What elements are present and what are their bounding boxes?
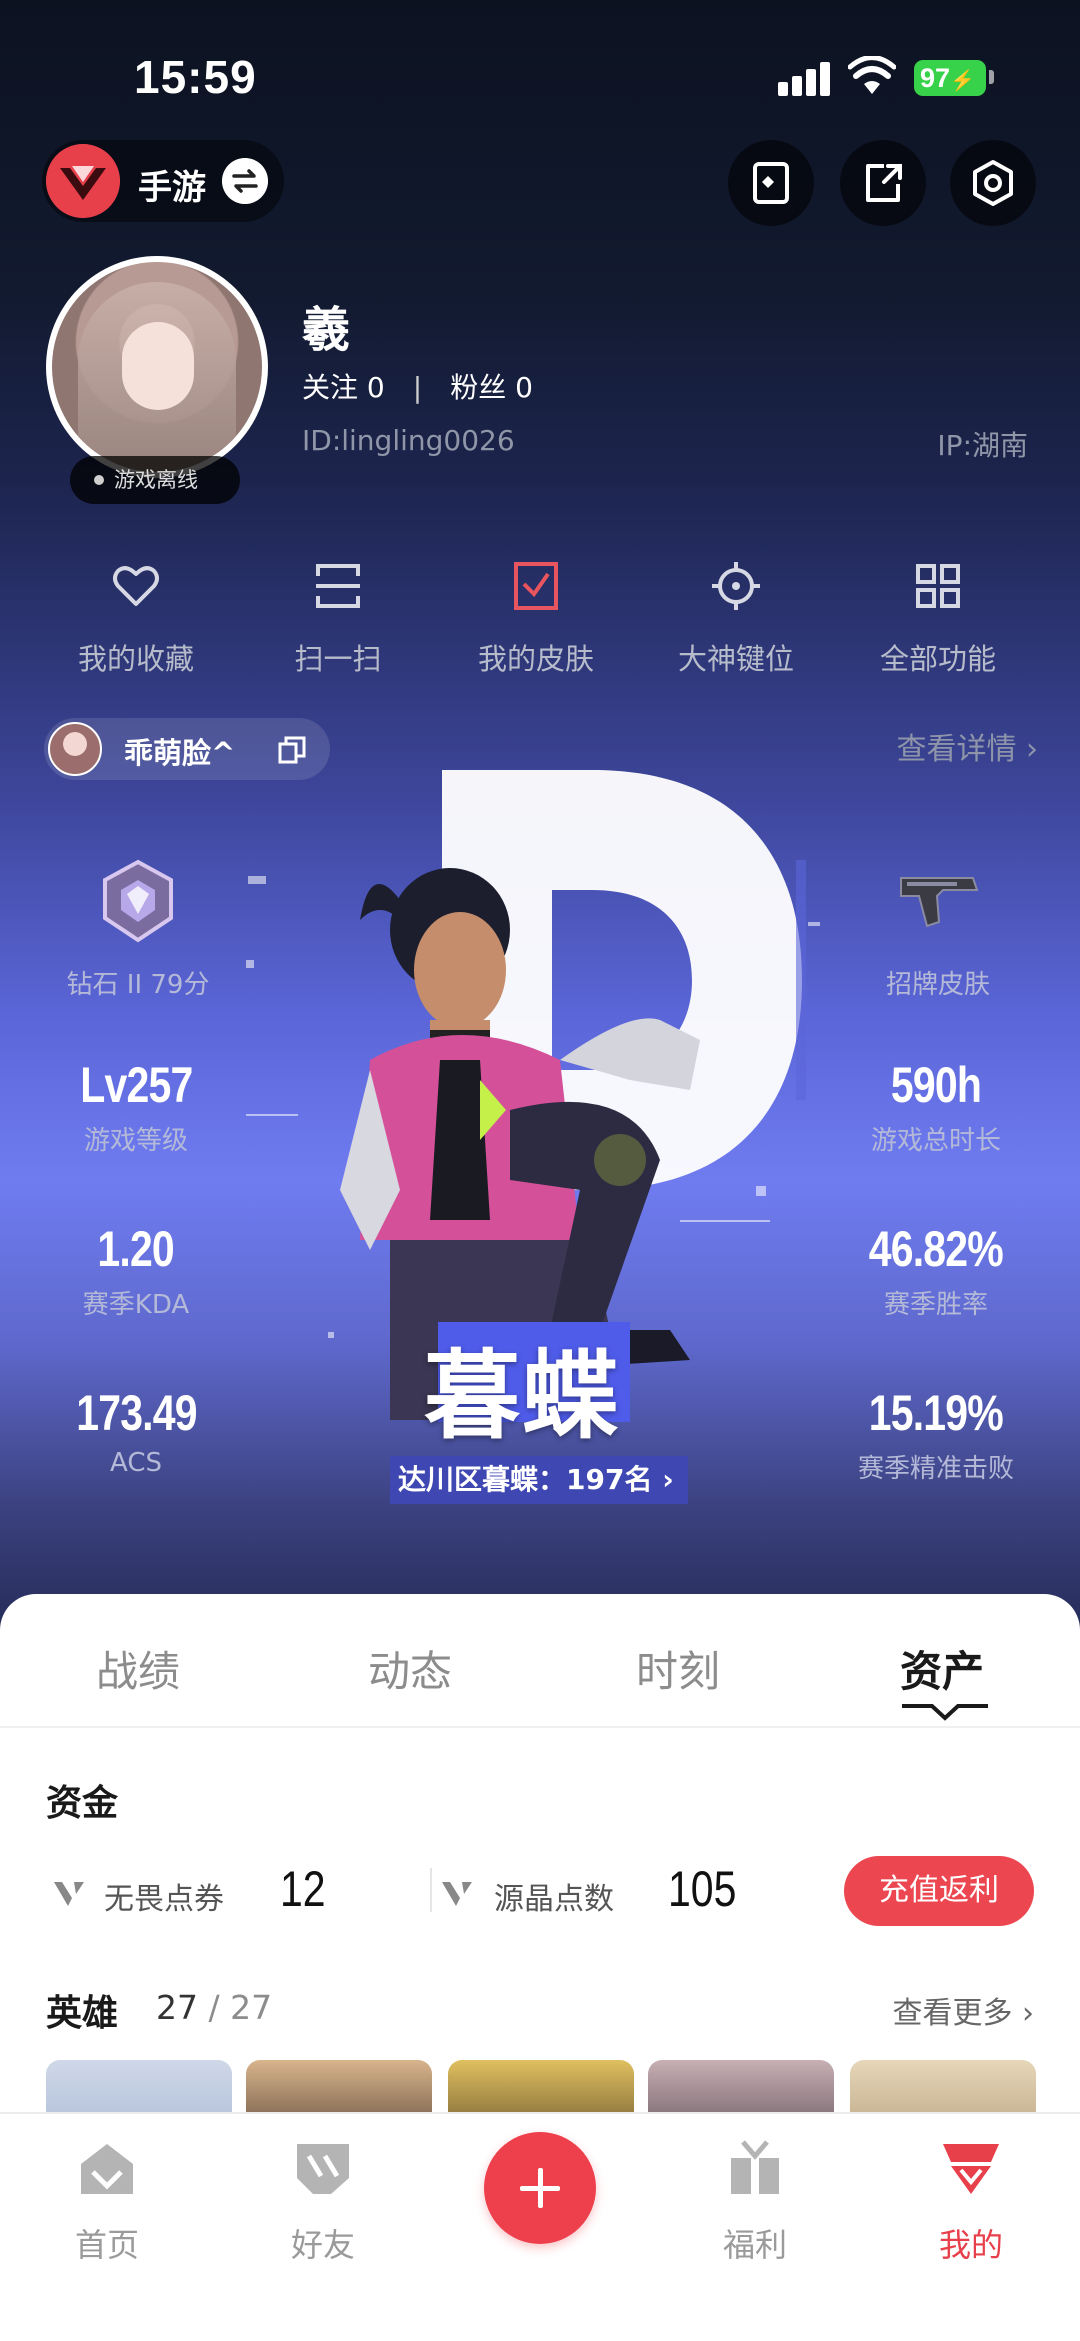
- rank-stat: 钻石 II 79分: [8, 856, 268, 1001]
- nav-home[interactable]: 首页: [32, 2138, 182, 2266]
- precision-kill-stat: 15.19% 赛季精准击败: [857, 1385, 1014, 1484]
- online-status-badge: 游戏离线: [70, 456, 240, 504]
- wifi-icon: [848, 56, 896, 94]
- game-avatar: [48, 722, 102, 776]
- pistol-skin-icon: [900, 877, 979, 928]
- battery-indicator: 97⚡: [914, 60, 986, 96]
- level-stat: Lv257 游戏等级: [79, 1057, 193, 1156]
- edit-card-icon: [753, 162, 789, 204]
- settings-button[interactable]: [950, 140, 1036, 226]
- crosshair-icon: [712, 562, 760, 610]
- heroes-count: 27 / 27: [156, 1988, 273, 2027]
- acs-stat: 173.49 ACS: [75, 1385, 197, 1478]
- heart-icon: [113, 566, 159, 606]
- game-switch-button[interactable]: 手游: [42, 140, 284, 222]
- quick-action-favorites[interactable]: 我的收藏: [36, 560, 236, 678]
- radianite-points-value: 105: [668, 1861, 737, 1917]
- avatar[interactable]: [46, 256, 268, 478]
- follow-stats: 关注 0 | 粉丝 0: [302, 371, 533, 404]
- nickname: 羲: [302, 302, 351, 358]
- nav-friends[interactable]: 好友: [248, 2138, 398, 2266]
- gift-icon: [731, 2140, 779, 2194]
- profile-icon: [943, 2144, 999, 2194]
- funds-title: 资金: [46, 1783, 119, 1824]
- quick-action-all[interactable]: 全部功能: [838, 560, 1038, 678]
- status-bar: 15:59 97⚡: [0, 50, 1080, 110]
- tab-feed[interactable]: 动态: [368, 1638, 452, 1699]
- skin-icon: [514, 562, 558, 610]
- radianite-points-icon: [442, 1882, 472, 1906]
- tab-records[interactable]: 战绩: [96, 1638, 180, 1699]
- view-more-heroes-link[interactable]: 查看更多 ›: [892, 1988, 1034, 2032]
- agent-name-banner: 暮蝶: [424, 1322, 630, 1452]
- chevron-right-icon: ›: [1026, 732, 1038, 767]
- game-switch-label: 手游: [138, 168, 206, 208]
- quick-action-keybinds[interactable]: 大神键位: [636, 560, 836, 678]
- playtime-stat: 590h 游戏总时长: [870, 1057, 1001, 1156]
- following-link[interactable]: 关注 0: [302, 371, 385, 404]
- settings-hexagon-icon: [973, 160, 1013, 206]
- quick-action-skins[interactable]: 我的皮肤: [436, 560, 636, 678]
- nav-profile[interactable]: 我的: [896, 2138, 1046, 2266]
- edit-card-button[interactable]: [728, 140, 814, 226]
- app-logo-icon: [46, 144, 120, 218]
- signature-skin-stat[interactable]: 招牌皮肤: [808, 856, 1068, 1001]
- fans-link[interactable]: 粉丝 0: [450, 371, 533, 404]
- active-tab-indicator: [902, 1704, 988, 1721]
- divider: [430, 1868, 432, 1912]
- grid-icon: [916, 564, 960, 608]
- avatar-image: [52, 262, 262, 472]
- scan-icon: [316, 564, 360, 608]
- agent-name: 暮蝶: [424, 1340, 620, 1452]
- divider: [0, 1726, 1080, 1728]
- ip-location: IP:湖南: [937, 429, 1028, 462]
- game-account-chip[interactable]: 乖萌脸^: [44, 718, 330, 780]
- copy-icon[interactable]: [276, 734, 308, 766]
- share-button[interactable]: [840, 140, 926, 226]
- valorant-points-value: 12: [280, 1861, 326, 1917]
- bottom-tab-bar: 首页 好友 福利 我的: [0, 2112, 1080, 2341]
- user-id: ID:lingling0026: [302, 424, 515, 457]
- nav-benefits[interactable]: 福利: [680, 2138, 830, 2266]
- chevron-right-icon: ›: [1022, 1996, 1034, 2031]
- home-icon: [81, 2144, 133, 2194]
- diamond-rank-icon: [103, 859, 173, 943]
- agent-local-rank-link[interactable]: 达川区暮蝶：197名 ›: [390, 1456, 688, 1504]
- heroes-title: 英雄: [46, 1993, 119, 2034]
- share-icon: [866, 164, 902, 202]
- tab-moments[interactable]: 时刻: [636, 1638, 720, 1699]
- game-nickname: 乖萌脸^: [124, 736, 236, 770]
- tab-assets[interactable]: 资产: [900, 1638, 984, 1699]
- valorant-points-icon: [54, 1882, 84, 1906]
- clock: 15:59: [134, 51, 257, 103]
- quick-action-scan[interactable]: 扫一扫: [238, 560, 438, 678]
- friends-icon: [297, 2144, 349, 2194]
- cellular-signal-icon: [778, 60, 834, 96]
- swap-icon: [222, 158, 268, 204]
- recharge-rebate-button[interactable]: 充值返利: [844, 1856, 1034, 1926]
- valorant-points-label: 无畏点券: [104, 1882, 224, 1917]
- view-details-link[interactable]: 查看详情 ›: [896, 724, 1038, 768]
- radianite-points-label: 源晶点数: [494, 1882, 614, 1917]
- create-post-button[interactable]: [484, 2132, 596, 2244]
- kda-stat: 1.20 赛季KDA: [82, 1221, 190, 1320]
- winrate-stat: 46.82% 赛季胜率: [868, 1221, 1004, 1320]
- battery-cap: [989, 70, 994, 84]
